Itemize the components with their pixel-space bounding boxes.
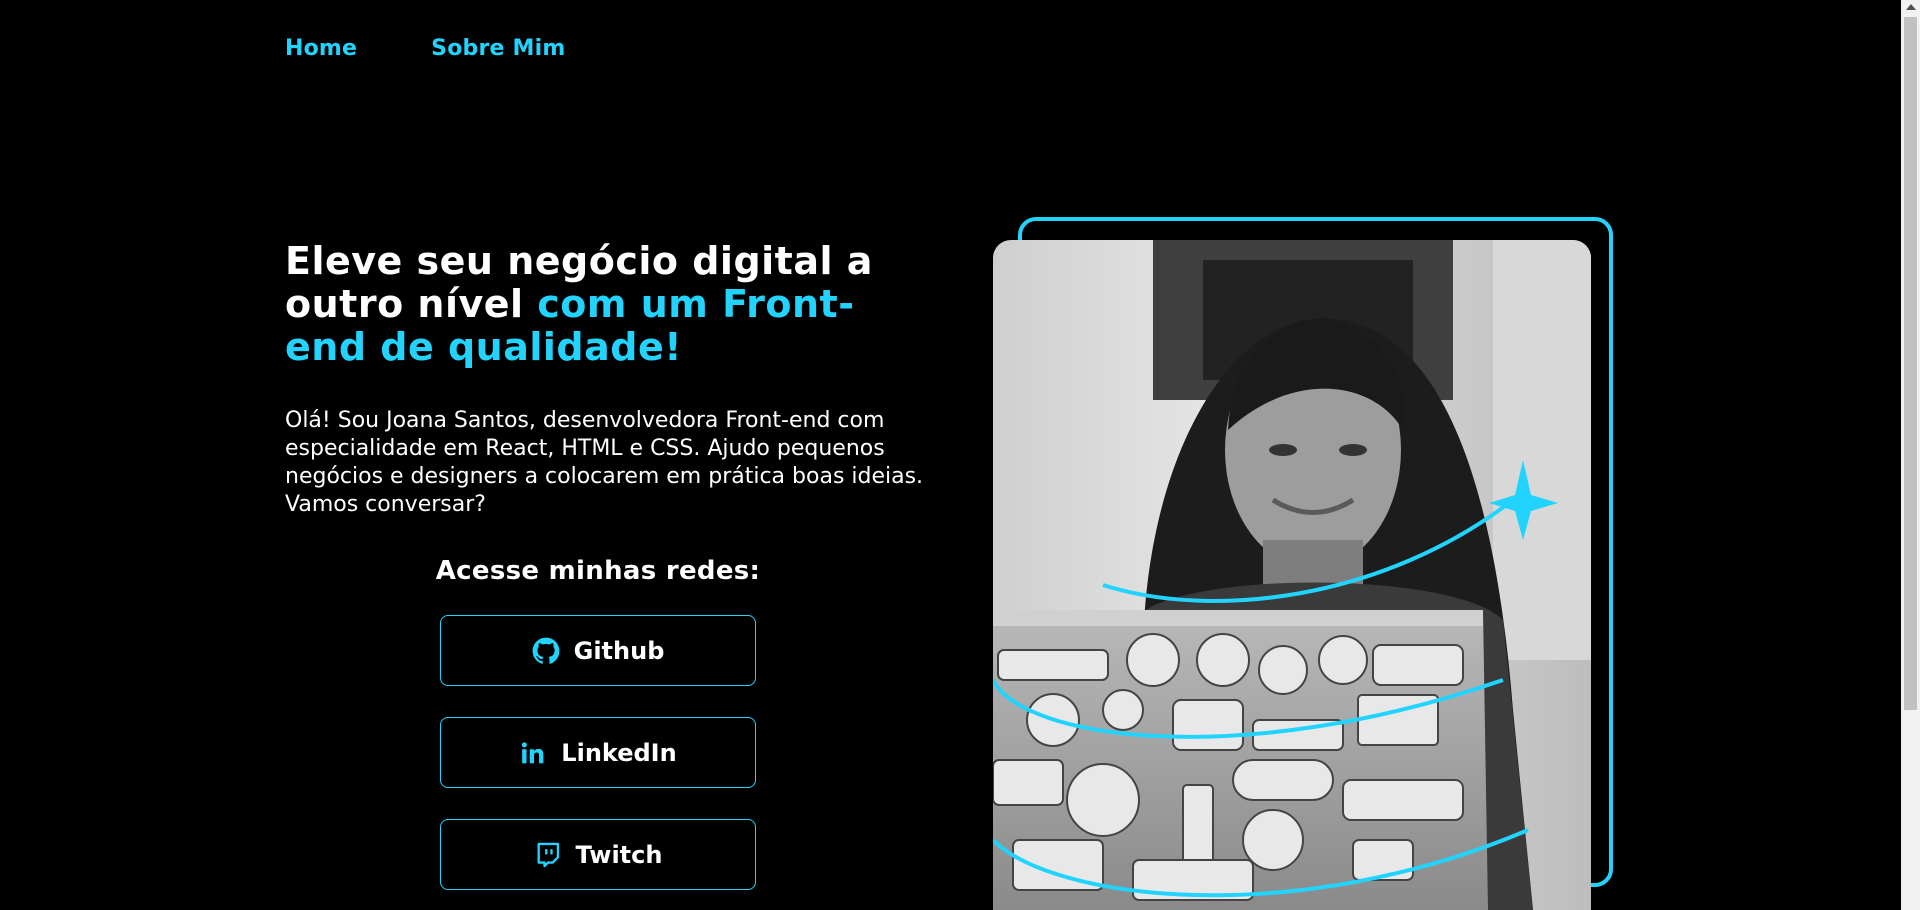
hero-title: Eleve seu negócio digital a outro nível … (285, 240, 925, 369)
twitch-button-label: Twitch (575, 840, 663, 869)
nav-home-link[interactable]: Home (285, 36, 357, 61)
profile-photo (993, 240, 1591, 910)
github-button[interactable]: Github (440, 615, 756, 686)
github-icon (532, 637, 560, 665)
nav-about-link[interactable]: Sobre Mim (431, 36, 565, 61)
scrollbar-thumb[interactable] (1904, 17, 1917, 710)
github-button-label: Github (573, 636, 665, 665)
linkedin-button[interactable]: LinkedIn (440, 717, 756, 788)
linkedin-button-label: LinkedIn (561, 738, 677, 767)
hero-intro-text: Olá! Sou Joana Santos, desenvolvedora Fr… (285, 408, 924, 517)
scroll-up-arrow-icon[interactable] (1906, 4, 1916, 10)
social-heading: Acesse minhas redes: (435, 556, 761, 586)
top-navigation: Home Sobre Mim (285, 36, 565, 61)
twitch-icon (534, 841, 562, 869)
page: Home Sobre Mim Eleve seu negócio digital… (0, 0, 1901, 910)
linkedin-icon (519, 739, 547, 767)
vertical-scrollbar[interactable] (1901, 0, 1920, 910)
twitch-button[interactable]: Twitch (440, 819, 756, 890)
